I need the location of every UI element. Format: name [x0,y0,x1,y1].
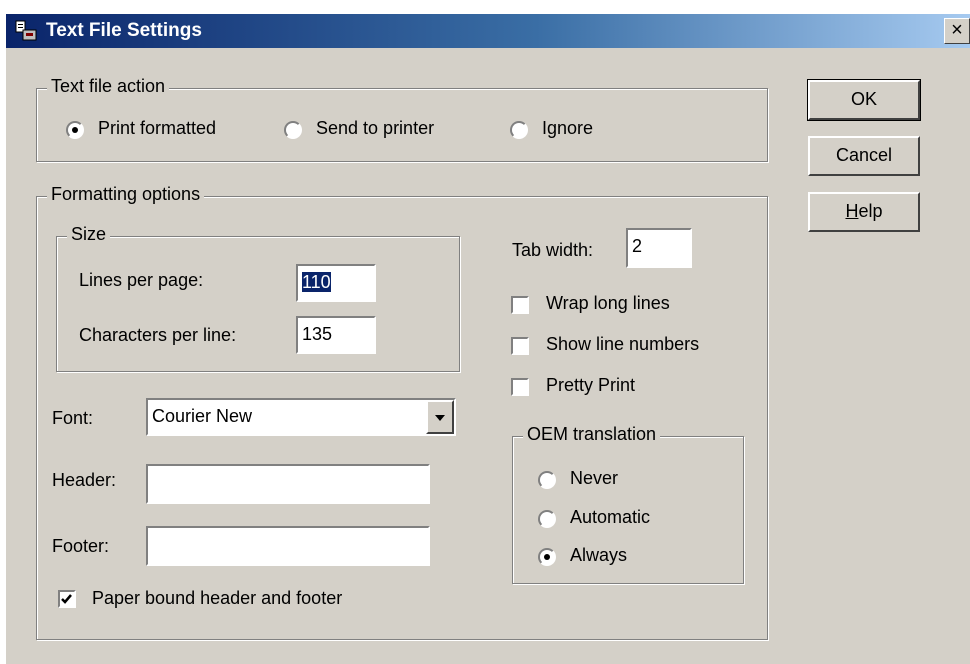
radio-oem-always[interactable] [538,548,556,566]
help-mnemonic: H [845,201,859,221]
wrap-long-lines-checkbox[interactable] [511,296,529,314]
cancel-button-label: Cancel [835,145,893,165]
show-line-numbers-label[interactable]: Show line numbers [546,334,699,355]
tab-width-label: Tab width: [512,240,594,260]
help-button-label: elp [858,201,883,221]
radio-print-formatted[interactable] [66,121,84,139]
wrap-long-lines-label[interactable]: Wrap long lines [546,293,670,314]
pretty-print-label[interactable]: Pretty Print [546,375,635,396]
cancel-button[interactable]: Cancel [808,136,920,176]
chars-per-line-value: 135 [302,324,333,344]
tab-width-field[interactable]: 2 [626,228,692,268]
radio-ignore-label[interactable]: Ignore [542,118,593,139]
lines-per-page-label: Lines per page: [79,270,204,290]
radio-print-formatted-label[interactable]: Print formatted [98,118,216,139]
printer-app-icon [15,20,37,41]
size-legend: Size [67,224,111,245]
header-field[interactable] [146,464,430,504]
header-label: Header: [52,470,117,490]
oem-translation-legend: OEM translation [523,424,661,445]
close-button[interactable]: × [944,18,970,44]
radio-send-to-printer-label[interactable]: Send to printer [316,118,434,139]
font-label: Font: [52,408,94,428]
tab-width-value: 2 [632,236,643,256]
font-select-value: Courier New [152,406,253,426]
size-group: Size [56,224,460,372]
show-line-numbers-checkbox[interactable] [511,337,529,355]
text-file-action-legend: Text file action [47,76,170,97]
radio-ignore[interactable] [510,121,528,139]
footer-field[interactable] [146,526,430,566]
radio-selected-dot [544,554,550,560]
window-title: Text File Settings [46,20,202,41]
radio-selected-dot [72,127,78,133]
paper-bound-label[interactable]: Paper bound header and footer [92,588,342,609]
checkmark-icon [61,594,72,604]
font-dropdown-button[interactable] [426,400,454,434]
radio-oem-automatic-label[interactable]: Automatic [570,507,650,528]
chars-per-line-label: Characters per line: [79,325,237,345]
title-bar[interactable]: Text File Settings × [6,14,970,48]
radio-oem-always-label[interactable]: Always [570,545,627,566]
chars-per-line-field[interactable]: 135 [296,316,376,354]
lines-per-page-value: 110 [302,272,331,292]
pretty-print-checkbox[interactable] [511,378,529,396]
radio-oem-never[interactable] [538,471,556,489]
text-file-settings-dialog: Text File Settings × Text file action Pr… [6,14,970,664]
font-select[interactable]: Courier New [146,398,456,436]
close-icon: × [951,19,963,41]
radio-oem-never-label[interactable]: Never [570,468,618,489]
lines-per-page-field[interactable]: 110 [296,264,376,302]
help-button[interactable]: Help [808,192,920,232]
ok-button[interactable]: OK [807,79,921,121]
radio-send-to-printer[interactable] [284,121,302,139]
chevron-down-icon [435,415,445,421]
ok-button-label: OK [850,89,877,109]
formatting-options-legend: Formatting options [47,184,205,205]
paper-bound-checkbox[interactable] [58,590,76,608]
radio-oem-automatic[interactable] [538,510,556,528]
footer-label: Footer: [52,536,110,556]
